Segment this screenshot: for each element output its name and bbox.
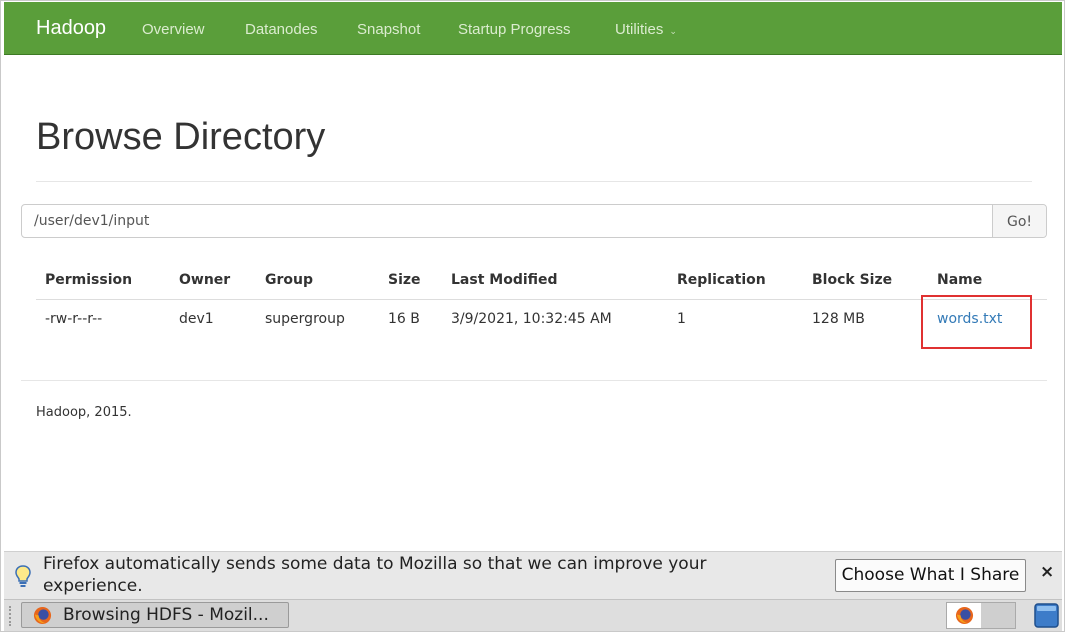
col-header-replication[interactable]: Replication bbox=[677, 272, 766, 288]
path-input-group: Go! bbox=[21, 204, 1047, 238]
table-header-divider bbox=[36, 299, 1047, 300]
cell-block-size: 128 MB bbox=[812, 311, 865, 327]
cell-size: 16 B bbox=[388, 311, 420, 327]
col-header-group[interactable]: Group bbox=[265, 272, 313, 288]
top-navbar: Hadoop Overview Datanodes Snapshot Start… bbox=[4, 2, 1062, 55]
col-header-size[interactable]: Size bbox=[388, 272, 421, 288]
taskbar: Browsing HDFS - Mozil... bbox=[4, 599, 1062, 631]
col-header-block-size[interactable]: Block Size bbox=[812, 272, 892, 288]
cell-owner: dev1 bbox=[179, 311, 214, 327]
page-title: Browse Directory bbox=[36, 116, 326, 158]
cell-replication: 1 bbox=[677, 311, 686, 327]
cell-last-modified: 3/9/2021, 10:32:45 AM bbox=[451, 311, 612, 327]
show-desktop-icon[interactable] bbox=[1034, 602, 1059, 629]
firefox-icon bbox=[955, 606, 974, 625]
nav-startup-progress[interactable]: Startup Progress bbox=[458, 21, 571, 38]
taskbar-window-label: Browsing HDFS - Mozil... bbox=[63, 605, 269, 625]
firefox-notification-bar: Firefox automatically sends some data to… bbox=[4, 551, 1062, 599]
footer-text: Hadoop, 2015. bbox=[36, 405, 132, 420]
cell-permission: -rw-r--r-- bbox=[45, 311, 103, 327]
taskbar-grip[interactable] bbox=[9, 606, 15, 626]
nav-snapshot[interactable]: Snapshot bbox=[357, 21, 420, 38]
col-header-last-modified[interactable]: Last Modified bbox=[451, 272, 558, 288]
notification-message: Firefox automatically sends some data to… bbox=[43, 554, 707, 596]
nav-overview[interactable]: Overview bbox=[142, 21, 205, 38]
choose-what-i-share-button[interactable]: Choose What I Share bbox=[835, 559, 1026, 592]
highlight-box bbox=[921, 295, 1032, 349]
title-divider bbox=[36, 181, 1032, 182]
go-button[interactable]: Go! bbox=[992, 205, 1046, 237]
tray-button-group bbox=[946, 602, 1016, 629]
taskbar-window-button[interactable]: Browsing HDFS - Mozil... bbox=[21, 602, 289, 628]
lightbulb-icon bbox=[15, 565, 31, 587]
nav-utilities-dropdown[interactable]: Utilities ⌄ bbox=[615, 21, 677, 38]
col-header-name[interactable]: Name bbox=[937, 272, 982, 288]
brand-link[interactable]: Hadoop bbox=[36, 17, 106, 40]
nav-datanodes[interactable]: Datanodes bbox=[245, 21, 318, 38]
tray-firefox-button[interactable] bbox=[947, 603, 981, 628]
nav-utilities-label: Utilities bbox=[615, 21, 664, 38]
close-icon[interactable]: × bbox=[1040, 562, 1054, 582]
footer-divider bbox=[21, 380, 1047, 381]
firefox-icon bbox=[33, 606, 52, 625]
col-header-owner[interactable]: Owner bbox=[179, 272, 230, 288]
col-header-permission[interactable]: Permission bbox=[45, 272, 132, 288]
chevron-down-icon: ⌄ bbox=[669, 26, 677, 36]
directory-path-input[interactable] bbox=[22, 205, 994, 237]
cell-group: supergroup bbox=[265, 311, 345, 327]
